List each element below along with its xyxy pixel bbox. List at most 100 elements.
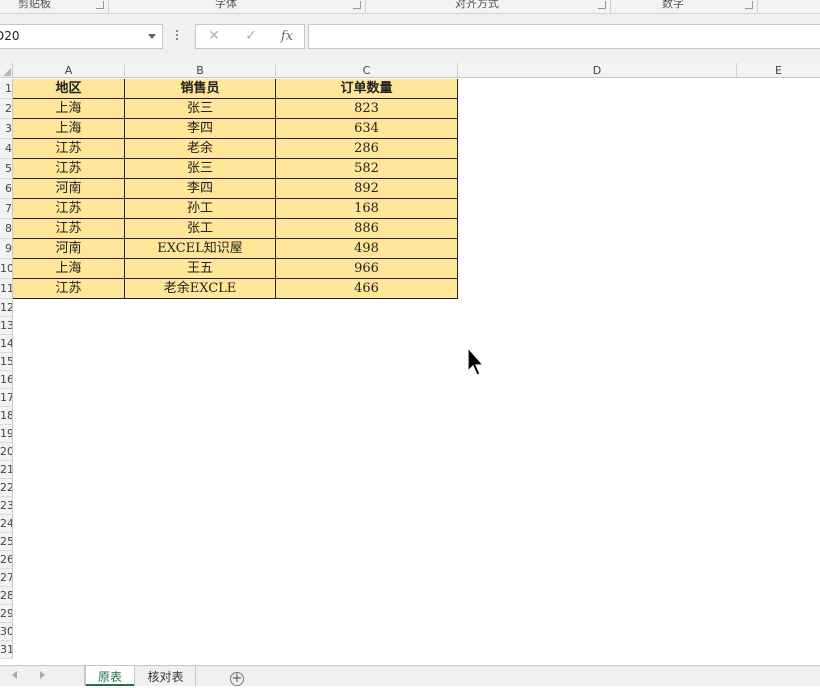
table-cell-order-qty[interactable]: 582 [276, 159, 458, 179]
row-header[interactable]: 28 [0, 587, 13, 605]
header-cell-region[interactable]: 地区 [13, 79, 125, 99]
column-header-e[interactable]: E [737, 63, 820, 78]
row-header[interactable]: 31 [0, 641, 13, 659]
table-cell-salesperson[interactable]: 张三 [125, 99, 276, 119]
number-launcher-icon[interactable] [745, 1, 753, 9]
table-cell-region[interactable]: 河南 [13, 239, 125, 259]
table-cell-salesperson[interactable]: 孙工 [125, 199, 276, 219]
add-sheet-icon[interactable]: + [230, 672, 244, 686]
name-box-value: D20 [0, 29, 20, 43]
row-header[interactable]: 27 [0, 569, 13, 587]
table-cell-region[interactable]: 上海 [13, 259, 125, 279]
table-cell-order-qty[interactable]: 286 [276, 139, 458, 159]
row-header[interactable]: 17 [0, 389, 13, 407]
table-cell-salesperson[interactable]: 张三 [125, 159, 276, 179]
ribbon-separator [365, 0, 366, 13]
row-header[interactable]: 8 [0, 219, 13, 239]
row-header[interactable]: 12 [0, 299, 13, 317]
table-cell-region[interactable]: 上海 [13, 99, 125, 119]
table-cell-salesperson[interactable]: 老余 [125, 139, 276, 159]
ribbon-group-clipboard: 剪贴板 [18, 0, 51, 10]
clipboard-launcher-icon[interactable] [96, 1, 104, 9]
chevron-left-icon[interactable] [12, 671, 17, 679]
column-header-c[interactable]: C [276, 63, 458, 78]
table-cell-salesperson[interactable]: 王五 [125, 259, 276, 279]
row-header[interactable]: 24 [0, 515, 13, 533]
cancel-icon[interactable]: ✕ [201, 25, 227, 48]
font-launcher-icon[interactable] [353, 1, 361, 9]
chevron-down-icon[interactable] [148, 34, 156, 39]
row-header[interactable]: 30 [0, 623, 13, 641]
row-header[interactable]: 19 [0, 425, 13, 443]
column-header-d[interactable]: D [458, 63, 737, 78]
table-cell-salesperson[interactable]: EXCEL知识屋 [125, 239, 276, 259]
row-header[interactable]: 14 [0, 335, 13, 353]
table-cell-region[interactable]: 江苏 [13, 199, 125, 219]
chevron-right-icon[interactable] [40, 671, 45, 679]
ribbon-separator [108, 0, 109, 13]
row-header[interactable]: 21 [0, 461, 13, 479]
column-header-b[interactable]: B [125, 63, 276, 78]
formula-bar: D20 ✕ ✓ fx [0, 14, 820, 63]
table-cell-order-qty[interactable]: 466 [276, 279, 458, 299]
row-header[interactable]: 18 [0, 407, 13, 425]
ribbon-group-font: 字体 [215, 0, 237, 10]
row-header[interactable]: 4 [0, 139, 13, 159]
table-cell-order-qty[interactable]: 886 [276, 219, 458, 239]
row-header[interactable]: 2 [0, 99, 13, 119]
row-header[interactable]: 9 [0, 239, 13, 259]
table-cell-order-qty[interactable]: 966 [276, 259, 458, 279]
formula-buttons: ✕ ✓ fx [195, 24, 305, 49]
table-cell-order-qty[interactable]: 823 [276, 99, 458, 119]
tab-check-sheet[interactable]: 核对表 [136, 666, 196, 686]
table-cell-region[interactable]: 江苏 [13, 219, 125, 239]
table-cell-salesperson[interactable]: 李四 [125, 119, 276, 139]
table-cell-salesperson[interactable]: 李四 [125, 179, 276, 199]
ribbon-group-alignment: 对齐方式 [455, 0, 499, 10]
table-cell-order-qty[interactable]: 498 [276, 239, 458, 259]
ribbon-group-labels: 剪贴板 字体 对齐方式 数字 [0, 0, 820, 14]
table-cell-region[interactable]: 江苏 [13, 159, 125, 179]
ribbon-separator [610, 0, 611, 13]
row-header[interactable]: 22 [0, 479, 13, 497]
table-cell-region[interactable]: 河南 [13, 179, 125, 199]
mouse-cursor-icon [467, 347, 485, 376]
row-header[interactable]: 23 [0, 497, 13, 515]
ribbon-group-number: 数字 [662, 0, 684, 10]
row-header[interactable]: 20 [0, 443, 13, 461]
row-header[interactable]: 25 [0, 533, 13, 551]
insert-function-icon[interactable]: fx [274, 25, 300, 48]
row-header[interactable]: 7 [0, 199, 13, 219]
row-header[interactable]: 11 [0, 279, 13, 299]
enter-icon[interactable]: ✓ [238, 25, 264, 48]
header-cell-order-qty[interactable]: 订单数量 [276, 79, 458, 99]
tab-original-sheet[interactable]: 原表 [86, 666, 134, 686]
table-cell-region[interactable]: 江苏 [13, 139, 125, 159]
table-cell-region[interactable]: 江苏 [13, 279, 125, 299]
row-header[interactable]: 5 [0, 159, 13, 179]
row-header[interactable]: 3 [0, 119, 13, 139]
row-header[interactable]: 15 [0, 353, 13, 371]
alignment-launcher-icon[interactable] [598, 1, 606, 9]
header-cell-salesperson[interactable]: 销售员 [125, 79, 276, 99]
row-header[interactable]: 16 [0, 371, 13, 389]
row-header[interactable]: 13 [0, 317, 13, 335]
drag-handle-icon[interactable] [176, 30, 179, 44]
formula-input[interactable] [308, 24, 820, 49]
name-box[interactable]: D20 [0, 24, 163, 49]
row-header[interactable]: 10 [0, 259, 13, 279]
table-cell-salesperson[interactable]: 张工 [125, 219, 276, 239]
row-header[interactable]: 26 [0, 551, 13, 569]
row-header[interactable]: 29 [0, 605, 13, 623]
table-cell-region[interactable]: 上海 [13, 119, 125, 139]
column-header-a[interactable]: A [13, 63, 125, 78]
sheet-tabs-bar: 原表 核对表 + [0, 665, 820, 686]
row-header[interactable]: 6 [0, 179, 13, 199]
table-cell-salesperson[interactable]: 老余EXCLE [125, 279, 276, 299]
table-cell-order-qty[interactable]: 634 [276, 119, 458, 139]
table-cell-order-qty[interactable]: 892 [276, 179, 458, 199]
tabs-divider [84, 666, 85, 686]
row-header[interactable]: 1 [0, 79, 13, 99]
table-cell-order-qty[interactable]: 168 [276, 199, 458, 219]
select-all-corner[interactable] [0, 63, 13, 78]
